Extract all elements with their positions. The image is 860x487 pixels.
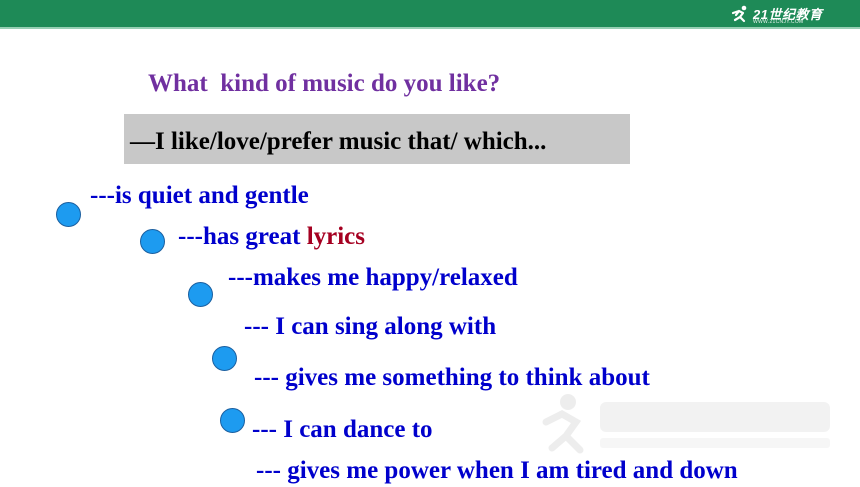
list-item: ---has great lyrics <box>178 221 365 253</box>
circle-bullet-icon <box>140 229 165 254</box>
list-item: --- I can dance to <box>252 416 433 443</box>
list-item: --- I can sing along with <box>244 313 497 340</box>
question-heading: What kind of music do you like? <box>148 70 501 97</box>
watermark-logo-icon <box>542 394 830 454</box>
circle-bullet-icon <box>188 282 213 307</box>
brand-logo: 21世纪教育 WWW.21CNJY.COM <box>729 4 822 25</box>
highlighted-word: lyrics <box>306 223 366 250</box>
circle-bullet-icon <box>220 408 245 433</box>
list-item: ---is quiet and gentle <box>90 182 309 209</box>
logo-subtext: WWW.21CNJY.COM <box>753 19 804 25</box>
list-item: ---makes me happy/relaxed <box>228 264 518 291</box>
list-item: --- gives me power when I am tired and d… <box>256 457 738 484</box>
circle-bullet-icon <box>56 202 81 227</box>
list-item-text: ---has great <box>178 223 307 250</box>
circle-bullet-icon <box>212 346 237 371</box>
runner-logo-icon <box>731 5 747 23</box>
header-divider <box>0 27 860 29</box>
answer-prompt-text: —I like/love/prefer music that/ which... <box>130 128 547 155</box>
list-item: --- gives me something to think about <box>254 364 650 391</box>
